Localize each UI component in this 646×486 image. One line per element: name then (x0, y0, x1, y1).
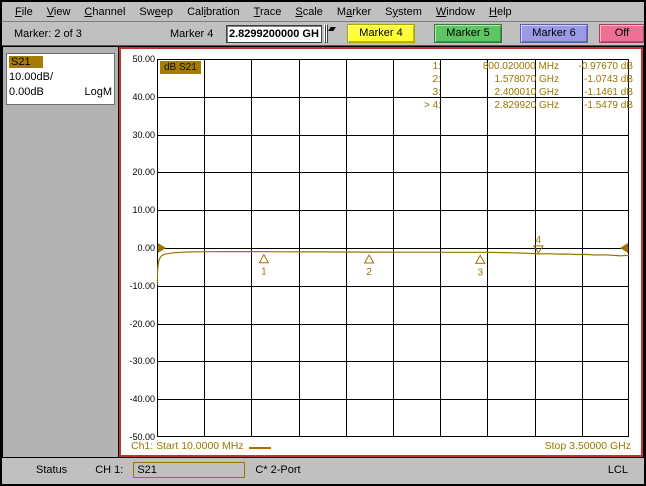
y-tick-label: 20.00 (132, 167, 155, 178)
y-tick-label: -30.00 (129, 356, 155, 367)
frequency-spinner (324, 24, 338, 43)
menu-item-channel[interactable]: Channel (77, 4, 132, 20)
menu-item-calibration[interactable]: Calibration (180, 4, 247, 20)
menu-item-file[interactable]: File (8, 4, 40, 20)
cal-status-label: C* 2-Port (255, 464, 301, 476)
marker-toolbar-button-marker-6[interactable]: Marker 6 (520, 24, 588, 43)
spinner-down-button[interactable] (326, 24, 328, 43)
application-window: File View Channel Sweep Calibration Trace Scal… (0, 0, 646, 486)
marker-toolbar: Marker: 2 of 3 Marker 4 Marker 4 Marker 5… (2, 22, 644, 46)
status-label: Status (36, 464, 68, 476)
marker-4-readout: > 4: 2.829920 GHz -1.5479 dB (424, 100, 633, 111)
plot-grid-area[interactable]: 1 2 3 4 (157, 59, 629, 437)
y-tick-label: 40.00 (132, 91, 155, 102)
trace-legend-dash (249, 447, 271, 449)
svg-text:3: 3 (477, 267, 483, 278)
marker4-field-label: Marker 4 (170, 28, 214, 40)
menu-item-scale[interactable]: Scale (288, 4, 330, 20)
menu-item-trace[interactable]: Trace (247, 4, 289, 20)
marker-3-symbol[interactable]: 3 (474, 254, 486, 278)
marker-toolbar-button-marker-4[interactable]: Marker 4 (347, 24, 415, 43)
trace-format-label: LogM (84, 86, 112, 98)
svg-text:2: 2 (366, 267, 372, 278)
status-bar: Status CH 1: S21 C* 2-Port LCL (2, 458, 644, 482)
y-tick-label: -40.00 (129, 394, 155, 405)
menu-item-marker[interactable]: Marker (330, 4, 378, 20)
reference-level-indicator-left (158, 243, 166, 253)
menu-item-help[interactable]: Help (482, 4, 519, 20)
marker-toolbar-button-marker-5[interactable]: Marker 5 (434, 24, 502, 43)
y-tick-label: 30.00 (132, 129, 155, 140)
marker-2-readout: 2: 1.578070 GHz -1.0743 dB (432, 74, 633, 85)
menu-item-sweep[interactable]: Sweep (132, 4, 180, 20)
trace-ref-label: 0.00dB (9, 86, 44, 98)
trace-status-box: S21 10.00dB/ 0.00dB LogM (6, 53, 115, 105)
menu-item-system[interactable]: System (378, 4, 429, 20)
menu-item-view[interactable]: View (40, 4, 78, 20)
trace-format-badge: dB S21 (160, 61, 201, 74)
trace-sidebar: S21 10.00dB/ 0.00dB LogM (3, 47, 118, 457)
marker-1-readout: 1: 800.020000 MHz -0.97670 dB (432, 61, 633, 72)
x-axis-annotation: Ch1: Start 10.0000 MHz Stop 3.50000 GHz (131, 440, 631, 454)
svg-text:4: 4 (536, 235, 542, 246)
stop-frequency-label: Stop 3.50000 GHz (544, 440, 631, 452)
marker-status-text: Marker: 2 of 3 (14, 28, 82, 40)
reference-level-indicator-right (620, 243, 628, 253)
plot-window: 50.00 40.00 30.00 20.00 10.00 0.00 -10.00 -20.0… (119, 47, 643, 457)
trace-scale-label: 10.00dB/ (9, 71, 54, 83)
svg-text:1: 1 (261, 267, 267, 278)
lcl-indicator: LCL (607, 464, 628, 476)
y-tick-label: 10.00 (132, 205, 155, 216)
marker-1-symbol[interactable]: 1 (258, 253, 270, 278)
menu-item-window[interactable]: Window (429, 4, 482, 20)
grid-lines (157, 59, 629, 437)
channel-label: CH 1: (95, 464, 124, 476)
measurement-label: S21 (137, 464, 157, 476)
y-tick-label: -20.00 (129, 318, 155, 329)
marker-3-readout: 3: 2.400010 GHz -1.1461 dB (432, 87, 633, 98)
menu-bar: File View Channel Sweep Calibration Trace Scal… (2, 2, 644, 22)
marker4-frequency-input[interactable] (226, 25, 322, 43)
marker-2-symbol[interactable]: 2 (363, 254, 375, 278)
start-frequency-label: Ch1: Start 10.0000 MHz (131, 440, 244, 452)
y-tick-label: -10.00 (129, 280, 155, 291)
y-tick-label: 50.00 (132, 54, 155, 64)
y-tick-label: 0.00 (137, 243, 155, 253)
main-area: S21 10.00dB/ 0.00dB LogM 50.00 40.00 30.00… (2, 46, 644, 458)
active-trace-label[interactable]: S21 (9, 56, 43, 68)
marker-toolbar-button-off[interactable]: Off (599, 24, 644, 43)
marker-readouts: 1: 800.020000 MHz -0.97670 dB 2: 1.578070 GH… (415, 60, 633, 112)
measurement-box: S21 (133, 462, 246, 478)
